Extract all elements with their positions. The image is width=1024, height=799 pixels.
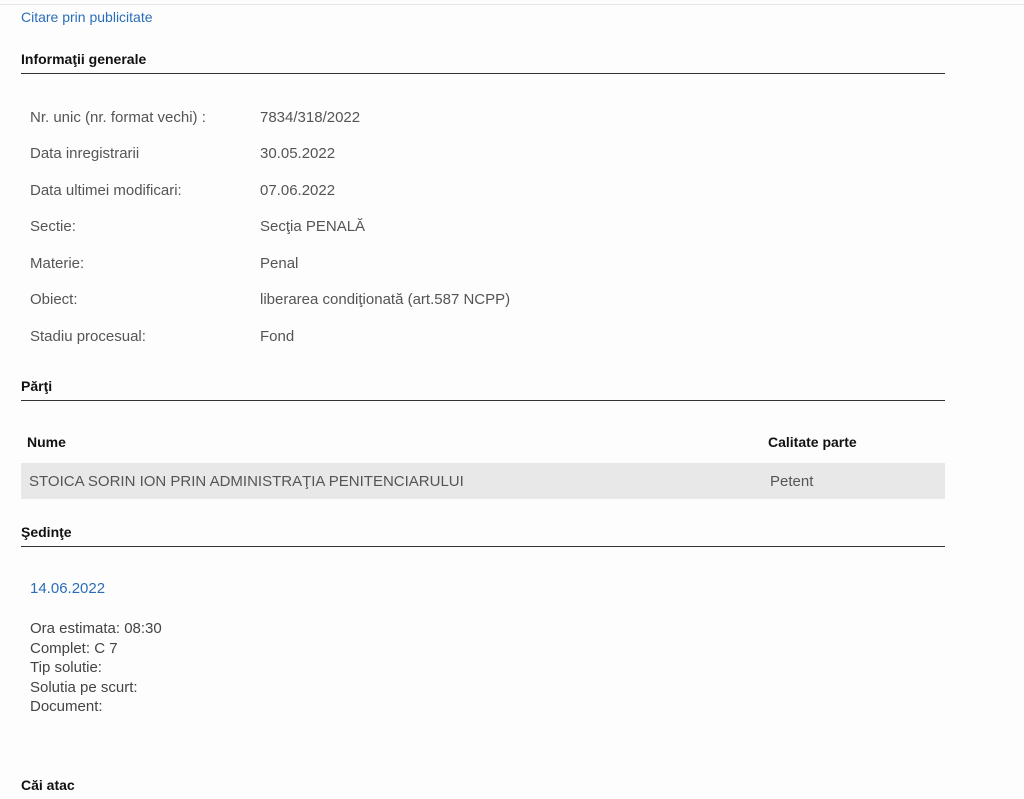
info-value: liberarea condiţionată (art.587 NCPP) bbox=[260, 291, 511, 308]
hearing-tip-solutie: Tip solutie: bbox=[30, 659, 102, 676]
section-title-parti: Părţi bbox=[21, 378, 945, 401]
cell-calitate-parte: Petent bbox=[770, 473, 814, 490]
hearing-complet: Complet: C 7 bbox=[30, 639, 118, 657]
hearing-solutia-pe-scurt: Solutia pe scurt: bbox=[30, 678, 138, 696]
cell-nume: STOICA SORIN ION PRIN ADMINISTRAŢIA PENI… bbox=[29, 473, 464, 490]
info-label: Materie: bbox=[30, 255, 85, 272]
info-label: Stadiu procesual: bbox=[30, 328, 146, 345]
column-header-calitate-parte: Calitate parte bbox=[768, 434, 857, 450]
info-label: Obiect: bbox=[30, 291, 78, 308]
section-title-cai-atac: Căi atac bbox=[21, 777, 75, 793]
citare-prin-publicitate-link[interactable]: Citare prin publicitate bbox=[21, 9, 153, 25]
info-value: 7834/318/2022 bbox=[260, 109, 361, 126]
hearing-ora-estimata: Ora estimata: 08:30 bbox=[30, 620, 162, 637]
info-value: 07.06.2022 bbox=[260, 182, 336, 199]
info-label: Data ultimei modificari: bbox=[30, 182, 182, 199]
info-value: 30.05.2022 bbox=[260, 145, 336, 162]
section-title-sedinte: Şedinţe bbox=[21, 524, 945, 547]
table-row: STOICA SORIN ION PRIN ADMINISTRAŢIA PENI… bbox=[21, 463, 945, 499]
section-title-informatii-generale: Informaţii generale bbox=[21, 51, 945, 74]
info-value: Penal bbox=[260, 255, 299, 272]
info-value: Fond bbox=[260, 328, 295, 345]
top-divider bbox=[0, 4, 1024, 5]
info-label: Sectie: bbox=[30, 218, 76, 235]
info-value: Secţia PENALĂ bbox=[260, 218, 366, 235]
hearing-details: Ora estimata: 08:30 Complet: C 7 Tip sol… bbox=[30, 619, 162, 717]
hearing-date-link[interactable]: 14.06.2022 bbox=[30, 580, 105, 597]
info-label: Nr. unic (nr. format vechi) : bbox=[30, 109, 206, 126]
hearing-document: Document: bbox=[30, 698, 103, 715]
column-header-nume: Nume bbox=[27, 434, 66, 450]
info-label: Data inregistrarii bbox=[30, 145, 140, 162]
